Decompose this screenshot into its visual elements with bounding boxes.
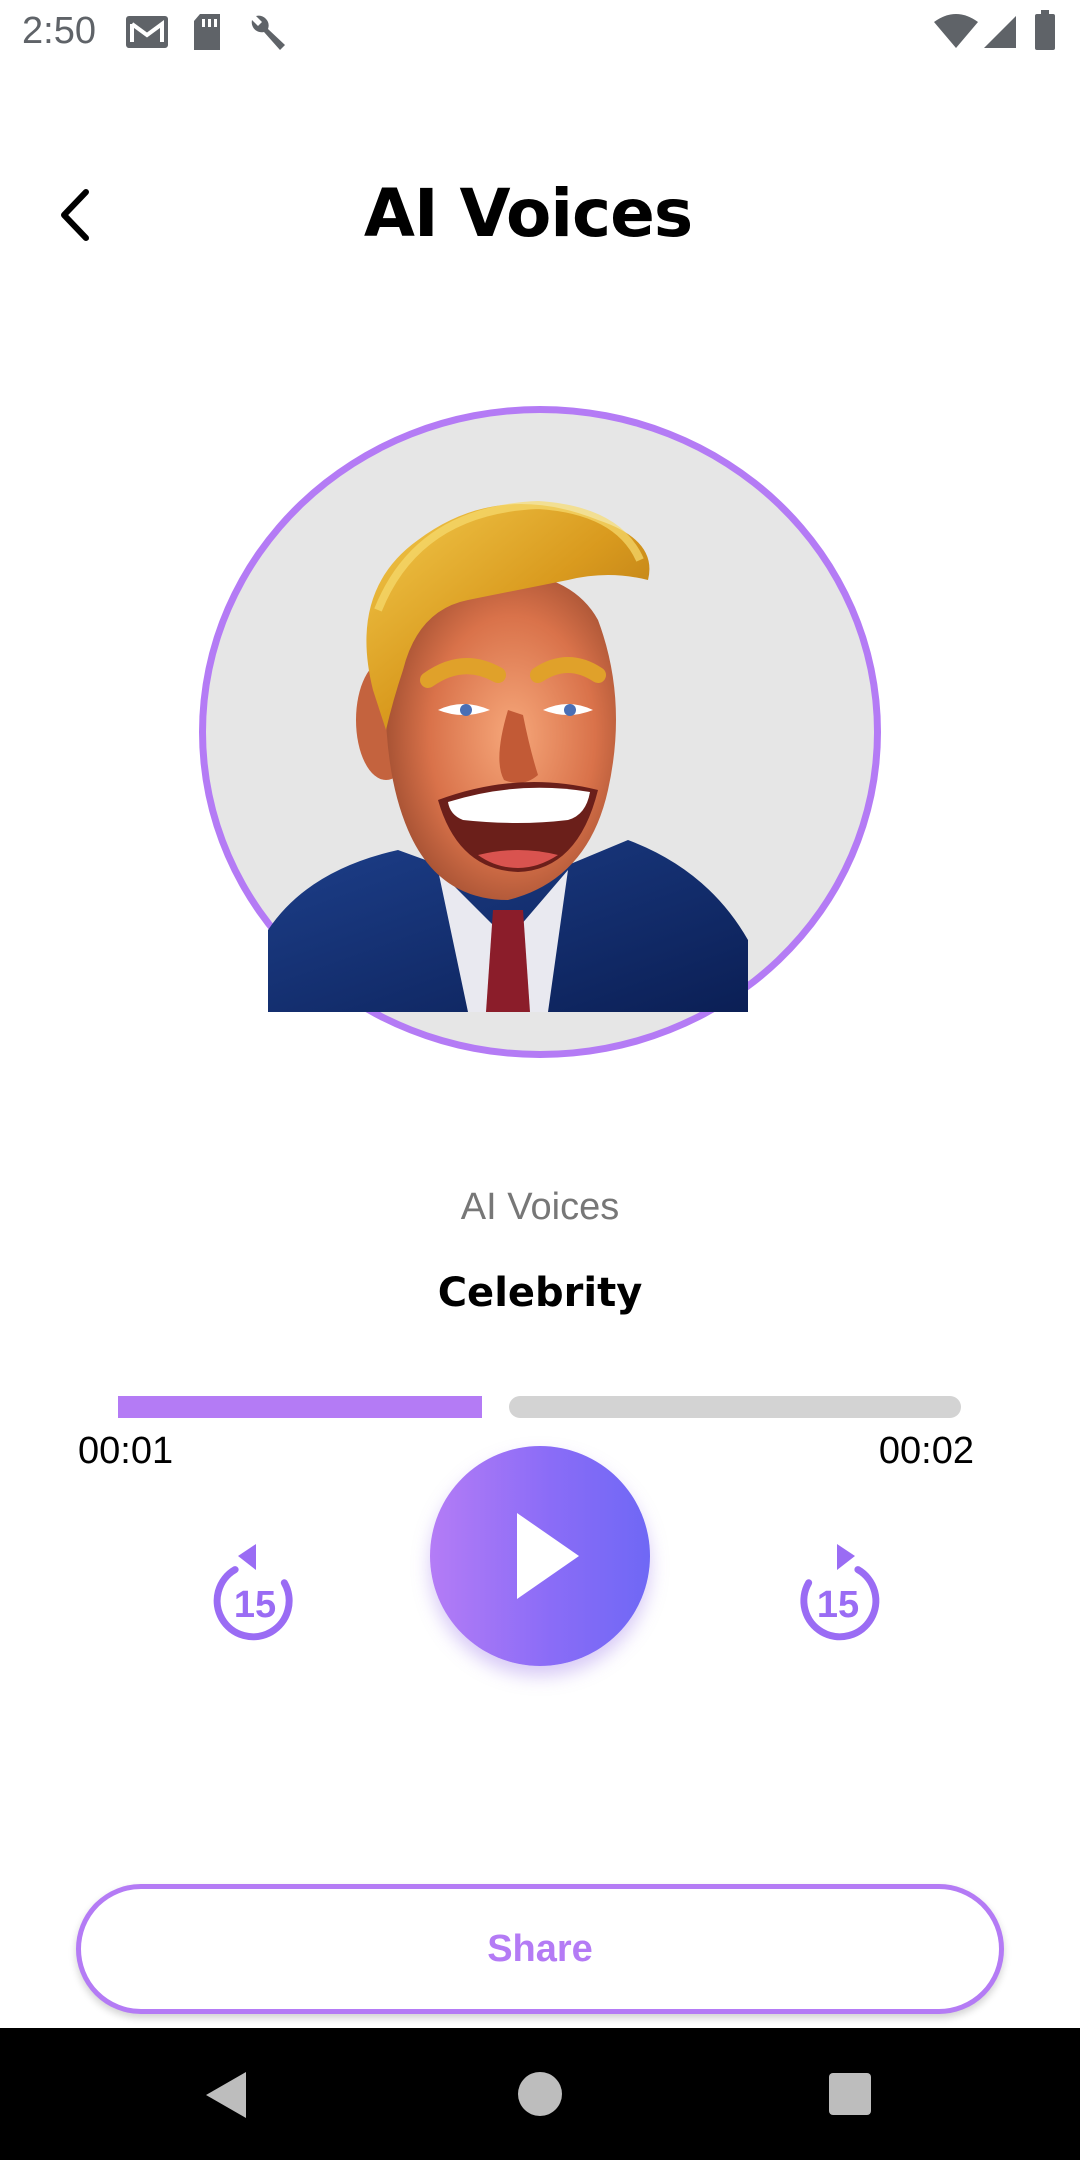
gmail-icon: [124, 12, 170, 57]
system-nav-bar: [0, 2028, 1080, 2160]
play-icon: [517, 1513, 579, 1599]
nav-home-icon[interactable]: [518, 2072, 562, 2116]
total-time: 00:02: [878, 1430, 974, 1472]
wifi-icon: [932, 14, 980, 55]
sd-card-icon: [192, 12, 222, 57]
player-subtitle: AI Voices: [460, 1186, 620, 1228]
avatar: [268, 500, 748, 1012]
share-button[interactable]: Share: [76, 1884, 1004, 2014]
page-title: AI Voices: [363, 175, 693, 252]
progress-played[interactable]: [118, 1396, 482, 1418]
wrench-icon: [246, 12, 288, 59]
current-time: 00:01: [78, 1430, 174, 1472]
cell-signal-icon: [982, 14, 1018, 55]
forward-seconds: 15: [817, 1584, 859, 1626]
rewind-15-button[interactable]: 15: [200, 1540, 310, 1650]
rewind-icon: 15: [213, 1544, 293, 1641]
rewind-seconds: 15: [234, 1584, 276, 1626]
nav-recents-icon[interactable]: [829, 2073, 871, 2115]
forward-icon: 15: [800, 1544, 880, 1641]
play-button[interactable]: [430, 1446, 650, 1666]
nav-back-icon[interactable]: [206, 2072, 246, 2118]
voice-name: Celebrity: [437, 1270, 643, 1316]
status-time: 2:50: [22, 10, 96, 52]
status-bar: 2:50: [0, 0, 1080, 66]
battery-icon: [1034, 10, 1056, 55]
progress-track[interactable]: [509, 1396, 961, 1418]
forward-15-button[interactable]: 15: [783, 1540, 893, 1650]
screen: 2:50 AI Voices AI Voices Celebrity 00:01…: [0, 0, 1080, 2160]
